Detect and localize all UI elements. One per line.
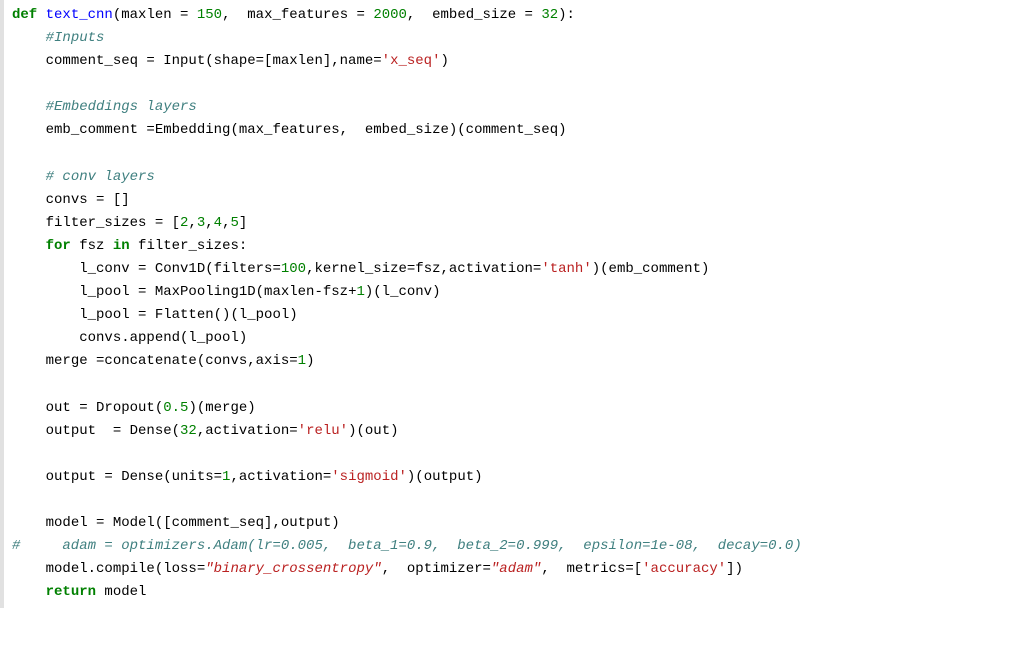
token-comment: #Inputs (46, 30, 105, 46)
token-plain: )(output) (407, 469, 483, 485)
code-block: def text_cnn(maxlen = 150, max_features … (0, 0, 1025, 608)
token-plain: comment_seq = Input(shape=[maxlen],name= (46, 53, 382, 69)
code-line: #Embeddings layers (12, 96, 1025, 119)
code-line (12, 143, 1025, 166)
token-kw: for (46, 238, 71, 254)
token-plain: , metrics=[ (541, 561, 642, 577)
token-plain: output = Dense(units= (46, 469, 222, 485)
token-plain: filter_sizes: (130, 238, 248, 254)
token-kw: def (12, 7, 37, 23)
code-line: out = Dropout(0.5)(merge) (12, 397, 1025, 420)
token-num: 4 (214, 215, 222, 231)
code-line (12, 374, 1025, 397)
token-str: 'x_seq' (382, 53, 441, 69)
code-line: model.compile(loss="binary_crossentropy"… (12, 558, 1025, 581)
token-plain: out = Dropout( (46, 400, 164, 416)
token-plain: l_conv = Conv1D(filters= (79, 261, 281, 277)
token-plain: (maxlen = (113, 7, 197, 23)
code-line: convs.append(l_pool) (12, 327, 1025, 350)
token-plain: emb_comment =Embedding(max_features, emb… (46, 122, 567, 138)
code-line: comment_seq = Input(shape=[maxlen],name=… (12, 50, 1025, 73)
token-plain: ) (440, 53, 448, 69)
token-plain: model.compile(loss= (46, 561, 206, 577)
code-line (12, 489, 1025, 512)
token-strd: "binary_crossentropy" (205, 561, 381, 577)
token-num: 1 (356, 284, 364, 300)
token-plain: , optimizer= (382, 561, 491, 577)
token-plain: convs = [] (46, 192, 130, 208)
code-line: for fsz in filter_sizes: (12, 235, 1025, 258)
code-line: merge =concatenate(convs,axis=1) (12, 350, 1025, 373)
token-plain: convs.append(l_pool) (79, 330, 247, 346)
code-line: convs = [] (12, 189, 1025, 212)
code-line: model = Model([comment_seq],output) (12, 512, 1025, 535)
token-plain: )(emb_comment) (592, 261, 710, 277)
code-line: output = Dense(32,activation='relu')(out… (12, 420, 1025, 443)
token-str: 'accuracy' (642, 561, 726, 577)
token-plain: ,activation= (230, 469, 331, 485)
token-num: 5 (230, 215, 238, 231)
token-num: 2000 (373, 7, 407, 23)
code-line (12, 443, 1025, 466)
token-plain: )(l_conv) (365, 284, 441, 300)
token-strd: "adam" (491, 561, 541, 577)
code-line: #Inputs (12, 27, 1025, 50)
code-line: l_conv = Conv1D(filters=100,kernel_size=… (12, 258, 1025, 281)
code-line: l_pool = MaxPooling1D(maxlen-fsz+1)(l_co… (12, 281, 1025, 304)
code-line (12, 73, 1025, 96)
token-fname: text_cnn (46, 7, 113, 23)
token-plain: model = Model([comment_seq],output) (46, 515, 340, 531)
code-line: # conv layers (12, 166, 1025, 189)
token-num: 3 (197, 215, 205, 231)
token-str: 'tanh' (541, 261, 591, 277)
token-plain: ,kernel_size=fsz,activation= (306, 261, 541, 277)
token-plain: , embed_size = (407, 7, 541, 23)
token-plain: ,activation= (197, 423, 298, 439)
code-line: return model (12, 581, 1025, 604)
token-kw: in (113, 238, 130, 254)
token-num: 32 (180, 423, 197, 439)
token-plain: , (205, 215, 213, 231)
token-plain: )(merge) (188, 400, 255, 416)
token-plain: merge =concatenate(convs,axis= (46, 353, 298, 369)
code-line: filter_sizes = [2,3,4,5] (12, 212, 1025, 235)
token-plain: l_pool = Flatten()(l_pool) (79, 307, 297, 323)
token-comment: #Embeddings layers (46, 99, 197, 115)
token-plain: output = Dense( (46, 423, 180, 439)
code-line: l_pool = Flatten()(l_pool) (12, 304, 1025, 327)
token-str: 'sigmoid' (331, 469, 407, 485)
token-plain (37, 7, 45, 23)
token-plain: ): (558, 7, 575, 23)
code-line: # adam = optimizers.Adam(lr=0.005, beta_… (12, 535, 1025, 558)
token-plain: ]) (726, 561, 743, 577)
token-num: 1 (298, 353, 306, 369)
token-plain: , max_features = (222, 7, 373, 23)
token-plain: , (188, 215, 196, 231)
token-plain: model (96, 584, 146, 600)
token-num: 0.5 (163, 400, 188, 416)
token-num: 32 (541, 7, 558, 23)
token-kw: return (46, 584, 96, 600)
token-comment: # conv layers (46, 169, 155, 185)
token-plain: )(out) (348, 423, 398, 439)
token-plain: ) (306, 353, 314, 369)
token-str: 'relu' (298, 423, 348, 439)
code-line: def text_cnn(maxlen = 150, max_features … (12, 4, 1025, 27)
token-comment: # adam = optimizers.Adam(lr=0.005, beta_… (12, 538, 802, 554)
token-num: 100 (281, 261, 306, 277)
code-line: emb_comment =Embedding(max_features, emb… (12, 119, 1025, 142)
code-line: output = Dense(units=1,activation='sigmo… (12, 466, 1025, 489)
token-num: 150 (197, 7, 222, 23)
token-plain: fsz (71, 238, 113, 254)
token-plain: l_pool = MaxPooling1D(maxlen-fsz+ (79, 284, 356, 300)
token-plain: ] (239, 215, 247, 231)
token-plain: filter_sizes = [ (46, 215, 180, 231)
